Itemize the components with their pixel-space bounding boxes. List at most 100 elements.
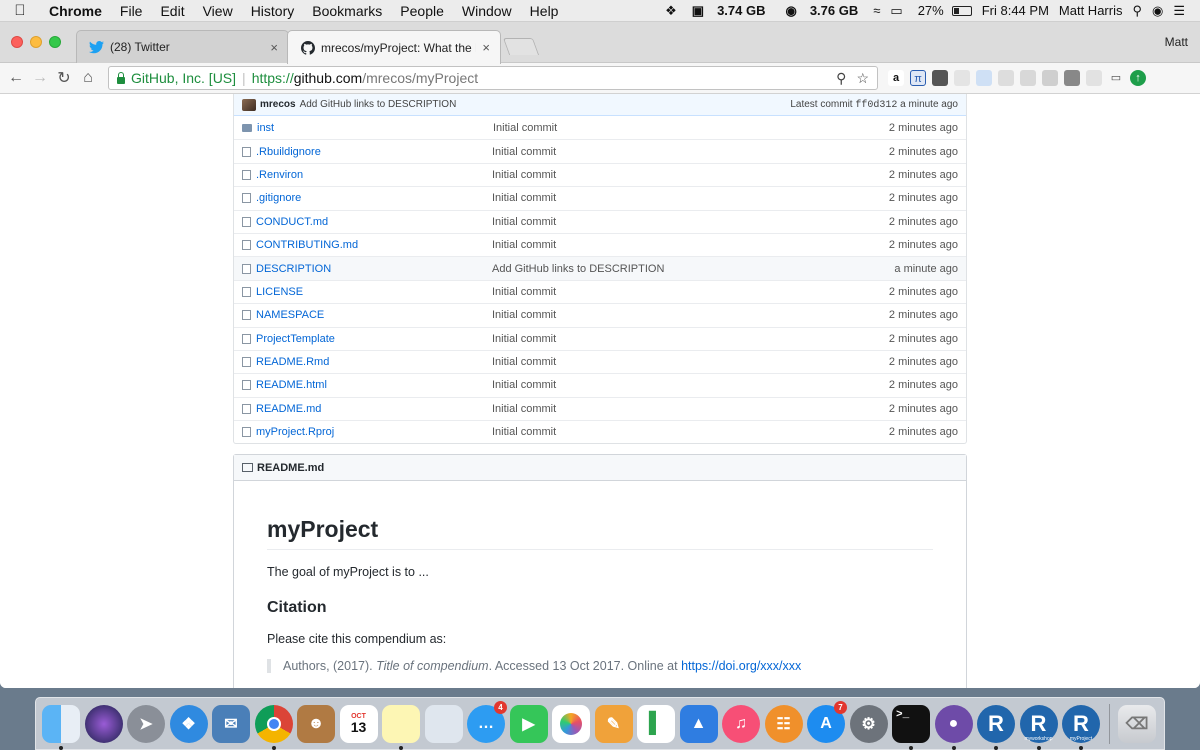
zoom-icon[interactable]: ⚲ xyxy=(836,70,846,87)
file-commit-message[interactable]: Initial commit xyxy=(492,239,889,251)
siri-icon[interactable]: ◉ xyxy=(1147,3,1168,19)
avatar[interactable] xyxy=(242,98,256,111)
menu-edit[interactable]: Edit xyxy=(151,3,193,19)
file-commit-message[interactable]: Initial commit xyxy=(492,216,889,228)
file-commit-message[interactable]: Add GitHub links to DESCRIPTION xyxy=(492,263,894,275)
extension-icon[interactable] xyxy=(1086,70,1102,86)
finder-icon[interactable] xyxy=(42,704,80,750)
table-row[interactable]: ProjectTemplate Initial commit 2 minutes a… xyxy=(234,326,966,350)
dropbox-icon[interactable]: ❖ xyxy=(660,3,682,19)
photos-icon[interactable] xyxy=(552,704,590,743)
commit-author[interactable]: mrecos xyxy=(260,99,296,110)
trash-icon[interactable]: ⌫ xyxy=(1118,704,1156,743)
tab-close-icon[interactable]: × xyxy=(270,40,278,55)
airplay-icon[interactable]: ▭ xyxy=(885,3,907,19)
menu-help[interactable]: Help xyxy=(521,3,568,19)
table-row[interactable]: CONDUCT.md Initial commit 2 minutes ago xyxy=(234,209,966,233)
app-store-icon[interactable]: A7 xyxy=(807,700,847,743)
menu-window[interactable]: Window xyxy=(453,3,521,19)
menu-history[interactable]: History xyxy=(242,3,304,19)
cast-icon[interactable]: ▭ xyxy=(1108,70,1124,86)
table-row[interactable]: NAMESPACE Initial commit 2 minutes ago xyxy=(234,303,966,326)
new-tab-button[interactable] xyxy=(502,38,540,55)
table-row[interactable]: CONTRIBUTING.md Initial commit 2 minutes a… xyxy=(234,232,966,256)
github-desktop-icon[interactable]: ● xyxy=(934,704,973,750)
file-name-link[interactable]: LICENSE xyxy=(256,286,492,298)
zoom-window-button[interactable] xyxy=(49,36,61,48)
tab-close-icon[interactable]: × xyxy=(482,40,490,55)
user-name[interactable]: Matt Harris xyxy=(1054,3,1128,18)
spotlight-icon[interactable]: ⚲ xyxy=(1127,3,1147,19)
file-name-link[interactable]: myProject.Rproj xyxy=(256,426,492,438)
table-row[interactable]: README.html Initial commit 2 minutes ago xyxy=(234,373,966,396)
site-identity[interactable]: GitHub, Inc. [US] xyxy=(131,70,236,86)
file-name-link[interactable]: README.Rmd xyxy=(256,356,492,368)
menu-file[interactable]: File xyxy=(111,3,152,19)
notification-center-icon[interactable]: ☰ xyxy=(1168,3,1190,19)
minimize-window-button[interactable] xyxy=(30,36,42,48)
siri-icon[interactable] xyxy=(84,704,123,743)
app-menu[interactable]: Chrome xyxy=(40,3,111,19)
home-icon[interactable]: ⌂ xyxy=(76,69,100,87)
address-bar[interactable]: GitHub, Inc. [US] | https://github.com/m… xyxy=(108,66,878,90)
launchpad-icon[interactable]: ➤ xyxy=(127,704,165,743)
terminal-icon[interactable]: >_ xyxy=(892,704,930,750)
apple-menu-icon[interactable]:  xyxy=(0,2,40,19)
file-name-link[interactable]: NAMESPACE xyxy=(256,309,492,321)
file-commit-message[interactable]: Initial commit xyxy=(492,146,889,158)
chrome-icon[interactable] xyxy=(254,704,293,750)
file-commit-message[interactable]: Initial commit xyxy=(492,426,889,438)
file-commit-message[interactable]: Initial commit xyxy=(492,379,889,391)
table-row[interactable]: LICENSE Initial commit 2 minutes ago xyxy=(234,279,966,303)
calendar-icon[interactable]: OCT 13 xyxy=(339,704,378,743)
table-row[interactable]: .Renviron Initial commit 2 minutes ago xyxy=(234,162,966,186)
extension-gray-icon[interactable] xyxy=(954,70,970,86)
file-name-link[interactable]: CONTRIBUTING.md xyxy=(256,239,492,251)
file-commit-message[interactable]: Initial commit xyxy=(492,169,889,181)
close-window-button[interactable] xyxy=(11,36,23,48)
messages-icon[interactable]: … 4 xyxy=(467,700,507,743)
file-name-link[interactable]: CONDUCT.md xyxy=(256,216,492,228)
extension-icon[interactable] xyxy=(1064,70,1080,86)
pages-icon[interactable]: ✎ xyxy=(594,704,633,743)
citation-link[interactable]: https://doi.org/xxx/xxx xyxy=(681,659,801,673)
calculator-icon[interactable] xyxy=(932,70,948,86)
file-commit-message[interactable]: Initial commit xyxy=(492,309,889,321)
menu-bookmarks[interactable]: Bookmarks xyxy=(303,3,391,19)
commit-sha[interactable]: ff0d312 xyxy=(855,100,897,111)
file-commit-message[interactable]: Initial commit xyxy=(492,286,889,298)
extension-icon[interactable] xyxy=(1042,70,1058,86)
notes-icon[interactable] xyxy=(382,704,420,750)
table-row[interactable]: .Rbuildignore Initial commit 2 minutes ago xyxy=(234,139,966,162)
file-commit-message[interactable]: Initial commit xyxy=(493,122,889,134)
table-row[interactable]: README.Rmd Initial commit 2 minutes ago xyxy=(234,349,966,373)
keynote-icon[interactable]: ▲ xyxy=(679,704,718,743)
clock[interactable]: Fri 8:44 PM xyxy=(977,3,1054,18)
table-row[interactable]: inst Initial commit 2 minutes ago xyxy=(234,116,966,139)
profile-button[interactable]: Matt xyxy=(1165,35,1188,49)
wifi-icon[interactable]: ≈ xyxy=(868,3,885,18)
numbers-icon[interactable]: ▌ xyxy=(637,704,675,743)
file-name-link[interactable]: ProjectTemplate xyxy=(256,333,492,345)
file-name-link[interactable]: README.html xyxy=(256,379,492,391)
rstudio-project-icon[interactable]: Rmyworkshop xyxy=(1019,704,1058,750)
facetime-icon[interactable]: ▶ xyxy=(509,704,548,743)
file-name-link[interactable]: .Rbuildignore xyxy=(256,146,492,158)
dropbox-extension-icon[interactable] xyxy=(976,70,992,86)
file-name-link[interactable]: .gitignore xyxy=(256,192,492,204)
bookmark-star-icon[interactable]: ☆ xyxy=(856,70,869,87)
safari-icon[interactable]: ❖ xyxy=(169,704,208,743)
rstudio-icon[interactable]: R xyxy=(977,704,1015,750)
system-preferences-icon[interactable]: ⚙ xyxy=(849,704,888,743)
table-row[interactable]: myProject.Rproj Initial commit 2 minutes a… xyxy=(234,420,966,443)
menu-view[interactable]: View xyxy=(194,3,242,19)
file-name-link[interactable]: .Renviron xyxy=(256,169,492,181)
file-name-link[interactable]: inst xyxy=(257,122,493,134)
memory-status-2[interactable]: ◉ 3.76 GB xyxy=(775,3,868,19)
table-row[interactable]: DESCRIPTION Add GitHub links to DESCRIPTI… xyxy=(234,256,966,280)
memory-status-1[interactable]: ▣ 3.74 GB xyxy=(682,3,776,19)
mail-icon[interactable]: ✉ xyxy=(212,704,250,743)
pi-icon[interactable]: π xyxy=(910,70,926,86)
flickr-icon[interactable] xyxy=(998,70,1014,86)
extension-icon[interactable] xyxy=(1020,70,1036,86)
